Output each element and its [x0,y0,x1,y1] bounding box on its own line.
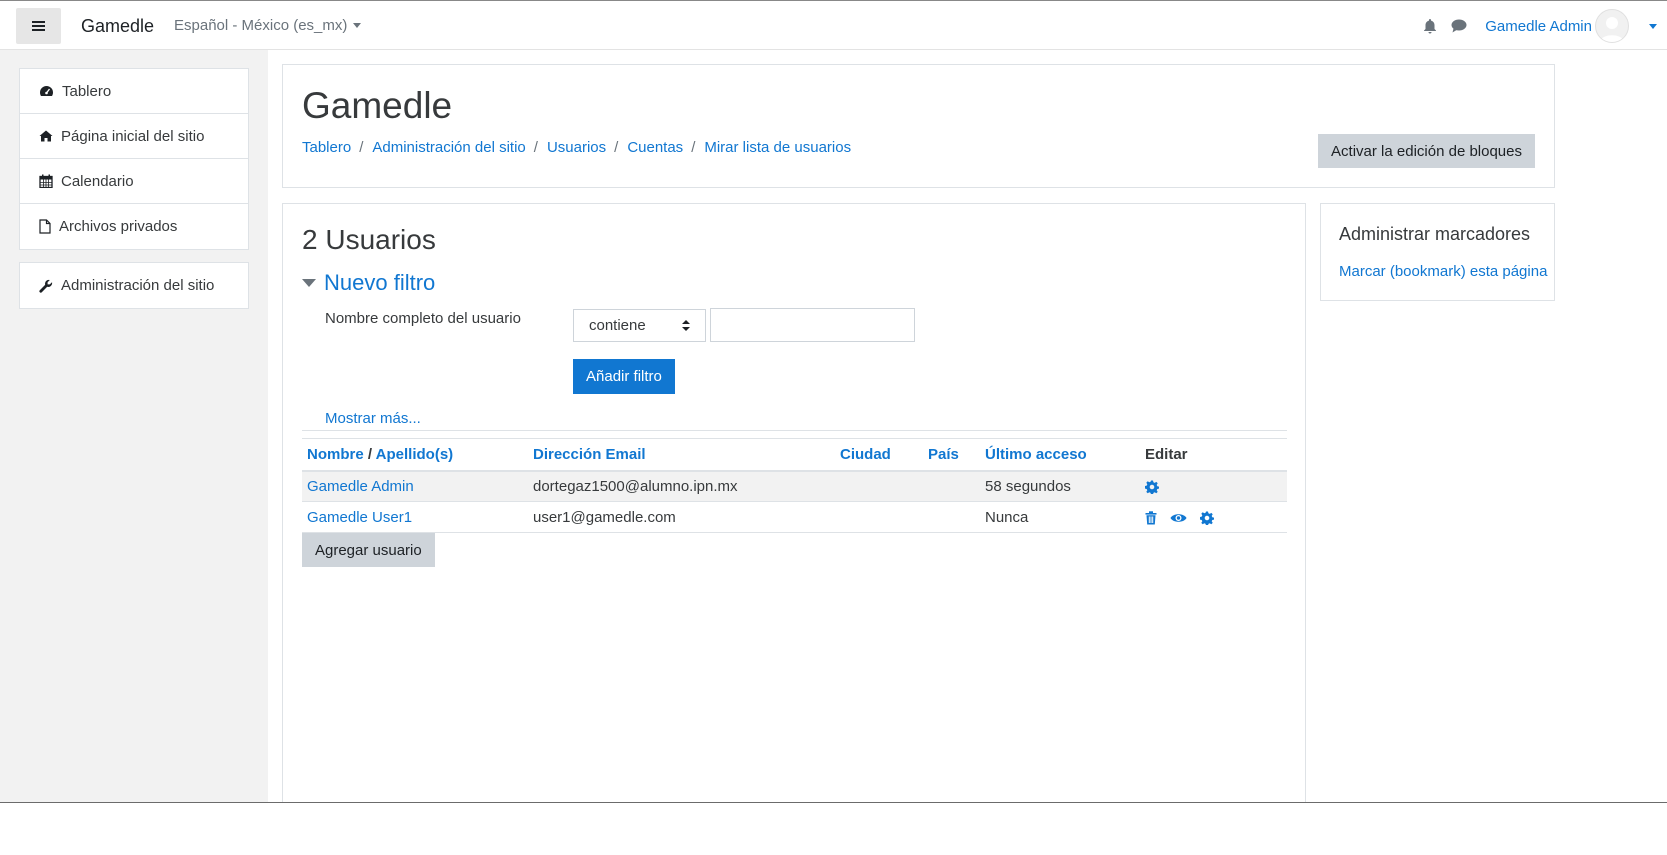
sort-by-email-link[interactable]: Dirección Email [533,446,646,463]
chevron-down-icon [353,23,362,28]
breadcrumb-separator: / [691,139,696,156]
language-menu[interactable]: Español - México (es_mx) [174,17,362,34]
divider [302,430,1287,431]
cell-city [835,470,923,502]
cell-name: Gamedle User1 [302,501,528,533]
col-last-access-header: Último acceso [980,438,1140,472]
show-more-link[interactable]: Mostrar más... [325,410,421,427]
cell-name: Gamedle Admin [302,470,528,502]
filter-legend-label: Nuevo filtro [324,270,436,295]
page-header: Gamedle Tablero / Administración del sit… [282,64,1555,188]
add-filter-button[interactable]: Añadir filtro [573,359,675,394]
cell-country [923,470,980,502]
eye-icon[interactable] [1170,512,1187,524]
page-below-fold [0,803,1667,855]
file-icon [39,219,51,234]
header-separator: / [367,445,373,463]
user-menu-name[interactable]: Gamedle Admin [1485,18,1592,35]
drawer-admin-list: Administración del sitio [19,262,249,309]
cell-country [923,501,980,533]
col-city-header: Ciudad [835,438,923,472]
col-country-header: País [923,438,980,472]
breadcrumb-item-accounts[interactable]: Cuentas [627,139,683,156]
breadcrumb: Tablero / Administración del sitio / Usu… [302,139,851,156]
wrench-icon [39,279,53,293]
calendar-icon [39,174,53,188]
drawer-item-label: Tablero [62,82,112,100]
sort-by-city-link[interactable]: Ciudad [840,446,891,463]
bookmark-page-link[interactable]: Marcar (bookmark) esta página [1339,263,1547,280]
user-name-link[interactable]: Gamedle User1 [307,509,412,526]
cell-actions [1140,501,1287,533]
settings-icon[interactable] [1200,511,1215,525]
col-email-header: Dirección Email [528,438,835,472]
main-content: 2 Usuarios Nuevo filtro Nombre completo … [282,203,1306,803]
settings-icon[interactable] [1145,480,1159,494]
nav-drawer: Tablero Página inicial del sitio Calenda… [0,50,268,803]
col-name-header: Nombre / Apellido(s) [302,438,528,472]
col-edit-header: Editar [1140,438,1287,472]
menu-toggle-button[interactable] [16,8,61,44]
table-row: Gamedle Admin dortegaz1500@alumno.ipn.mx… [302,470,1287,502]
breadcrumb-item-user-list[interactable]: Mirar lista de usuarios [704,139,851,156]
top-navbar: Gamedle Español - México (es_mx) Gamedle… [0,0,1667,50]
add-user-button[interactable]: Agregar usuario [302,533,435,567]
breadcrumb-separator: / [359,139,364,156]
drawer-item-label: Archivos privados [59,218,178,235]
breadcrumb-item-users[interactable]: Usuarios [547,139,606,156]
fullname-filter-label: Nombre completo del usuario [325,310,521,327]
cell-city [835,501,923,533]
drawer-item-label: Página inicial del sitio [61,127,205,145]
drawer-item-label: Calendario [61,172,134,190]
chat-icon[interactable] [1451,19,1467,33]
drawer-item-calendar[interactable]: Calendario [20,159,248,204]
sort-by-surname-link[interactable]: Apellido(s) [376,446,454,463]
users-table: Nombre / Apellido(s) Dirección Email Ciu… [302,438,1287,533]
enable-block-editing-button[interactable]: Activar la edición de bloques [1318,134,1535,168]
filter-value-input[interactable] [710,308,915,342]
drawer-item-label: Administración del sitio [61,277,215,294]
user-name-link[interactable]: Gamedle Admin [307,478,414,495]
breadcrumb-item-tablero[interactable]: Tablero [302,139,351,156]
cell-last-access: 58 segundos [980,470,1140,502]
table-row: Gamedle User1 user1@gamedle.com Nunca [302,501,1287,533]
bell-icon[interactable] [1423,18,1437,34]
operator-select-value: contiene [589,317,646,334]
bookmarks-title: Administrar marcadores [1339,224,1531,244]
dashboard-icon [40,86,53,96]
drawer-main-list: Tablero Página inicial del sitio Calenda… [19,68,249,250]
cell-actions [1140,470,1287,502]
breadcrumb-separator: / [614,139,619,156]
breadcrumb-item-site-admin[interactable]: Administración del sitio [372,139,525,156]
operator-select[interactable]: contiene [573,309,706,342]
cell-email: user1@gamedle.com [528,501,835,533]
breadcrumb-separator: / [533,139,538,156]
collapse-triangle-icon [302,279,316,287]
home-icon [39,130,53,142]
cell-last-access: Nunca [980,501,1140,533]
table-header-row: Nombre / Apellido(s) Dirección Email Ciu… [302,438,1287,472]
sort-by-last-access-link[interactable]: Último acceso [985,446,1087,463]
sort-by-country-link[interactable]: País [928,446,959,463]
cell-email: dortegaz1500@alumno.ipn.mx [528,470,835,502]
users-count-heading: 2 Usuarios [302,224,436,255]
drawer-item-tablero[interactable]: Tablero [20,69,248,114]
site-brand[interactable]: Gamedle [81,16,154,37]
drawer-item-home[interactable]: Página inicial del sitio [20,114,248,159]
avatar-icon[interactable] [1595,9,1629,43]
language-label: Español - México (es_mx) [174,17,348,34]
menu-icon [32,21,45,31]
drawer-item-private-files[interactable]: Archivos privados [20,204,248,249]
page-title: Gamedle [302,85,453,126]
bookmarks-block: Administrar marcadores Marcar (bookmark)… [1320,203,1555,301]
select-arrows-icon [682,320,690,331]
drawer-item-site-admin[interactable]: Administración del sitio [20,263,248,308]
sort-by-name-link[interactable]: Nombre [307,446,364,463]
new-filter-toggle[interactable]: Nuevo filtro [302,270,435,296]
trash-icon[interactable] [1145,510,1157,525]
user-menu-chevron-icon[interactable] [1649,23,1657,29]
